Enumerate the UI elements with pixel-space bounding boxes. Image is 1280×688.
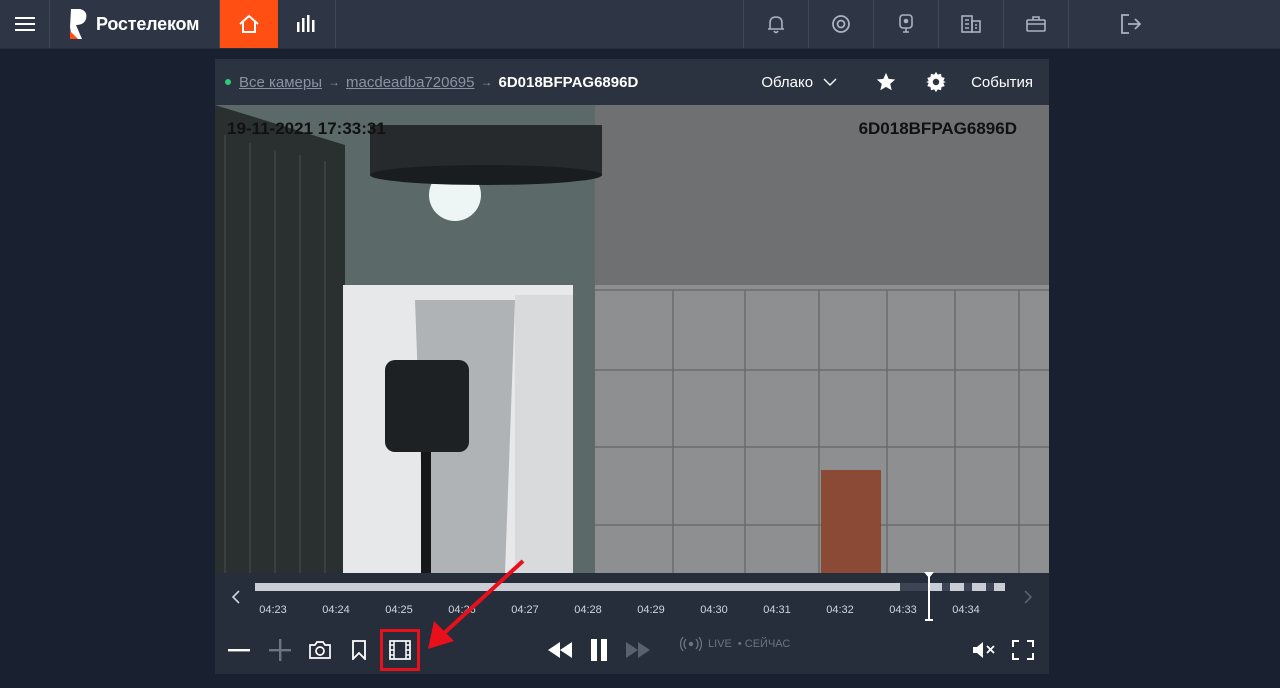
zoom-in-button[interactable] (268, 639, 292, 661)
menu-icon (14, 17, 35, 31)
volume-muted-icon (973, 642, 995, 658)
logout-button[interactable] (1069, 0, 1154, 48)
buildings-button[interactable] (939, 0, 1004, 48)
events-link[interactable]: События (971, 74, 1033, 91)
favorite-button[interactable] (871, 67, 901, 97)
timeline-tick-label: 04:23 (259, 604, 287, 616)
timeline-tick-label: 04:29 (637, 604, 665, 616)
cursor-handle-icon (924, 572, 934, 578)
mute-button[interactable] (971, 639, 997, 661)
osd-camera-id: 6D018BFPAG6896D (858, 119, 1017, 138)
menu-button[interactable] (0, 0, 50, 48)
timeline-future (928, 583, 1005, 591)
rostelecom-logo-icon (70, 9, 87, 39)
broadcast-icon (680, 637, 702, 651)
logout-icon (1121, 14, 1142, 34)
timeline-tick-label: 04:33 (889, 604, 917, 616)
briefcase-icon (1026, 16, 1046, 32)
breadcrumb-arrow-icon: → (480, 75, 493, 89)
logo[interactable]: Ростелеком (50, 0, 220, 48)
topbar-spacer (336, 0, 744, 48)
timeline-prev-button[interactable] (227, 587, 245, 607)
annotation-highlight-box (380, 629, 420, 671)
storage-label: Облако (761, 73, 814, 91)
chevron-left-icon (232, 590, 240, 604)
player-header-actions: Облако События (761, 59, 1049, 105)
timeline-tick-label: 04:28 (574, 604, 602, 616)
notifications-button[interactable] (744, 0, 809, 48)
stats-icon (296, 15, 314, 32)
player-controls: LIVE • СЕЙЧАС (215, 623, 1049, 674)
services-button[interactable] (1004, 0, 1069, 48)
camera-icon (899, 14, 913, 33)
minus-icon (228, 649, 250, 652)
breadcrumb-arrow-icon: → (328, 75, 341, 89)
timeline-tick-label: 04:24 (322, 604, 350, 616)
logo-text: Ростелеком (96, 13, 200, 34)
now-label: • СЕЙЧАС (737, 638, 791, 650)
annotation-arrow-icon (428, 559, 525, 649)
camera-player: Все камеры → macdeadba720695 → 6D018BFPA… (215, 59, 1049, 674)
timeline-cursor[interactable] (924, 572, 934, 621)
player-header: Все камеры → macdeadba720695 → 6D018BFPA… (215, 59, 1049, 105)
timeline[interactable]: 04:23 04:24 04:25 04:26 04:27 04:28 04:29 04:30… (215, 572, 1049, 623)
breadcrumb-all-cameras[interactable]: Все камеры (239, 74, 322, 91)
fast-forward-button[interactable] (625, 639, 651, 661)
timeline-tick-label: 04:25 (385, 604, 413, 616)
pause-button[interactable] (587, 637, 611, 663)
bookmark-icon (352, 640, 366, 660)
breadcrumb: Все камеры → macdeadba720695 → 6D018BFPA… (215, 74, 638, 91)
pause-icon (591, 639, 607, 661)
camera-snapshot-icon (309, 641, 331, 659)
breadcrumb-current-camera: 6D018BFPAG6896D (498, 73, 639, 91)
live-label: LIVE (708, 638, 732, 650)
plus-icon (269, 639, 291, 661)
chevron-down-icon (823, 78, 837, 86)
video-frame[interactable]: 19-11-2021 17:33:31 6D018BFPAG6896D (215, 105, 1049, 573)
stats-button[interactable] (278, 0, 336, 48)
bookmark-button[interactable] (349, 639, 369, 661)
timeline-tick-label: 04:30 (700, 604, 728, 616)
timeline-recorded (255, 583, 900, 591)
timeline-tick-label: 04:31 (763, 604, 791, 616)
cursor-base (925, 619, 933, 621)
breadcrumb-group[interactable]: macdeadba720695 (346, 74, 474, 91)
fast-forward-icon (626, 642, 650, 658)
support-icon (832, 15, 850, 33)
top-navbar: Ростелеком (0, 0, 1280, 49)
fullscreen-button[interactable] (1011, 639, 1035, 661)
video-scene (215, 105, 1049, 573)
timeline-tick-label: 04:32 (826, 604, 854, 616)
live-button[interactable]: LIVE • СЕЙЧАС (680, 637, 790, 651)
storage-dropdown[interactable]: Облако (761, 74, 837, 91)
online-status-dot (225, 79, 231, 85)
rewind-button[interactable] (547, 639, 573, 661)
timeline-tick-label: 04:34 (952, 604, 980, 616)
building-icon (961, 15, 981, 33)
support-button[interactable] (809, 0, 874, 48)
cameras-button[interactable] (874, 0, 939, 48)
home-button[interactable] (220, 0, 278, 48)
snapshot-button[interactable] (307, 639, 333, 661)
home-icon (239, 14, 259, 33)
fullscreen-icon (1012, 640, 1034, 660)
gear-icon (925, 71, 947, 93)
bell-icon (768, 16, 784, 34)
zoom-out-button[interactable] (227, 639, 251, 661)
rewind-icon (548, 642, 572, 658)
timeline-track[interactable] (255, 583, 1005, 591)
star-icon (876, 72, 896, 91)
timeline-next-button[interactable] (1019, 587, 1037, 607)
chevron-right-icon (1024, 590, 1032, 604)
osd-datetime: 19-11-2021 17:33:31 (227, 119, 386, 138)
settings-button[interactable] (921, 67, 951, 97)
